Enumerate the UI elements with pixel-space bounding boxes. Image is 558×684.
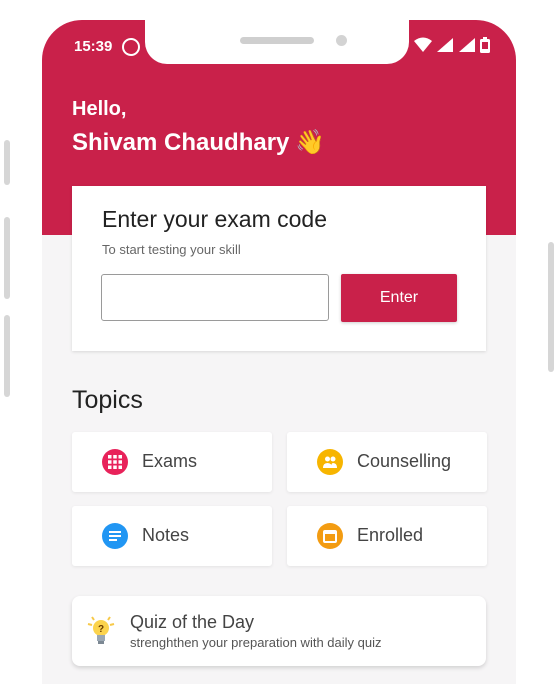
lightbulb-icon: ?: [87, 616, 115, 644]
exam-code-card: Enter your exam code To start testing yo…: [72, 186, 486, 351]
waving-hand-icon: 👋: [295, 129, 326, 156]
signal-roaming-icon: [459, 38, 475, 52]
topic-notes[interactable]: Notes: [72, 506, 272, 566]
status-bar: 15:39: [42, 20, 516, 70]
topic-exams[interactable]: Exams: [72, 432, 272, 492]
phone-screen: 15:39 Hello, Shivam Chaudhary 👋 Enter you…: [42, 20, 516, 684]
quiz-of-the-day-card[interactable]: ? Quiz of the Day strenghthen your prepa…: [72, 596, 486, 666]
grid-icon: [102, 449, 128, 475]
topics-heading: Topics: [72, 386, 143, 414]
quiz-subtitle: strenghthen your preparation with daily …: [130, 635, 382, 650]
quiz-title: Quiz of the Day: [130, 612, 255, 632]
front-camera: [336, 35, 347, 46]
status-time: 15:39: [74, 38, 113, 55]
device-power-button: [548, 242, 554, 372]
greeting-name-row: Shivam Chaudhary 👋: [72, 128, 325, 157]
enter-button[interactable]: Enter: [341, 274, 457, 322]
people-icon: [317, 449, 343, 475]
device-side-button-1: [4, 140, 10, 185]
wifi-icon: [414, 37, 432, 52]
system-icons: [414, 37, 494, 55]
notes-icon: [102, 523, 128, 549]
battery-icon: [480, 37, 490, 53]
topic-label: Counselling: [357, 451, 452, 471]
calendar-icon: [317, 523, 343, 549]
device-side-button-2: [4, 217, 10, 299]
greeting-hello: Hello,: [72, 98, 127, 120]
device-side-button-3: [4, 315, 10, 397]
topic-label: Exams: [142, 451, 198, 471]
exam-card-subtitle: To start testing your skill: [102, 242, 241, 257]
exam-card-title: Enter your exam code: [102, 206, 328, 232]
speaker-grille: [240, 37, 314, 44]
topic-label: Enrolled: [357, 525, 424, 545]
user-name: Shivam Chaudhary: [72, 129, 290, 156]
signal-icon: [437, 38, 453, 52]
topic-label: Notes: [142, 525, 190, 545]
topic-counselling[interactable]: Counselling: [287, 432, 487, 492]
exam-code-input[interactable]: [101, 274, 329, 321]
whatsapp-icon: [122, 38, 140, 56]
topic-enrolled[interactable]: Enrolled: [287, 506, 487, 566]
camera-notch: [145, 20, 409, 64]
svg-text:?: ?: [98, 624, 104, 635]
